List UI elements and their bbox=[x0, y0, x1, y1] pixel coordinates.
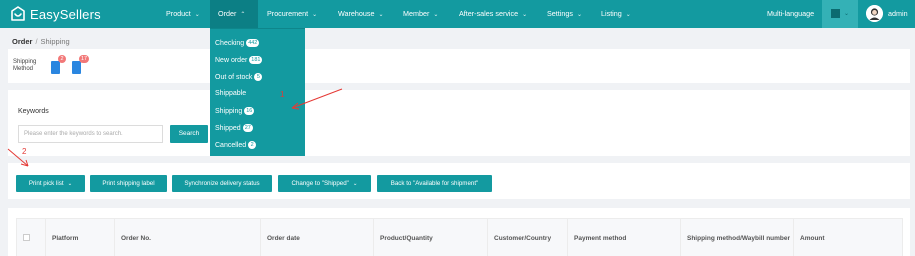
annotation-label-2: 2 bbox=[22, 147, 27, 156]
annotation-label-1: 1 bbox=[280, 90, 285, 99]
annotation-arrow-1 bbox=[291, 88, 343, 109]
annotation-overlay bbox=[7, 88, 343, 167]
